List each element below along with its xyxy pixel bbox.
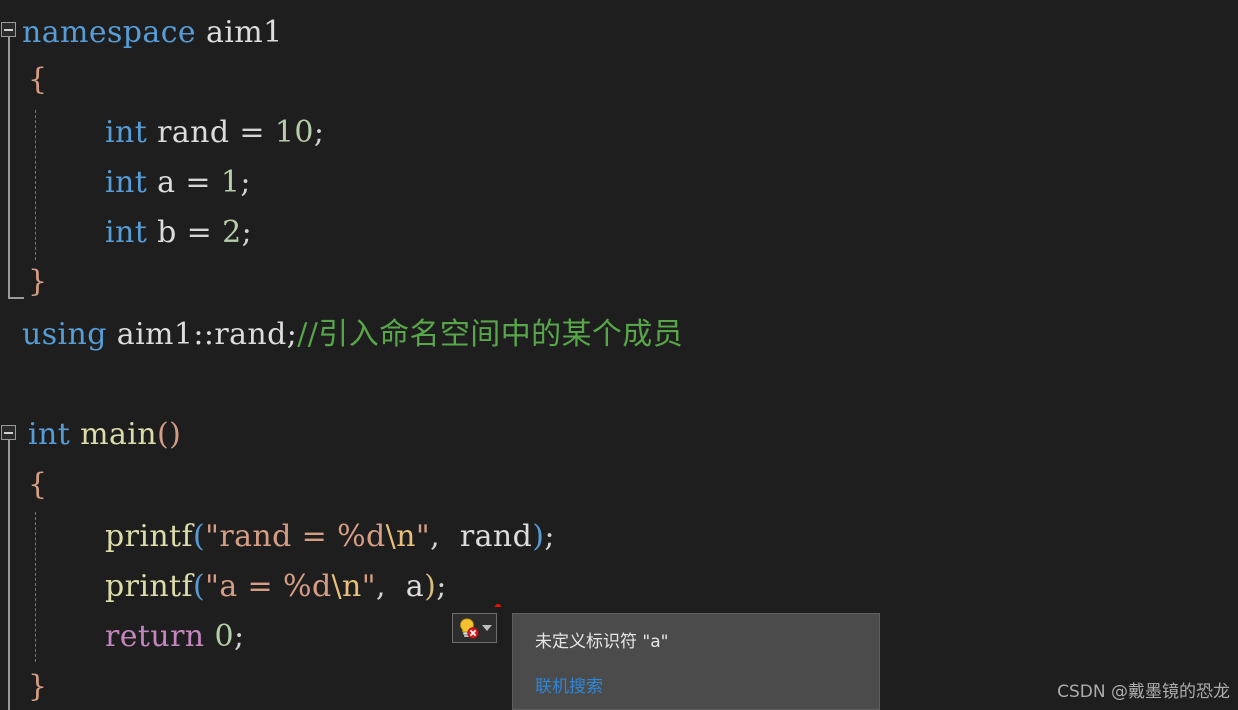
token-semicolon: ; <box>544 519 555 554</box>
token-string: "rand = %d <box>205 519 386 554</box>
token-semicolon: ; <box>241 215 253 250</box>
token-identifier: b <box>147 215 187 250</box>
chevron-down-icon <box>482 625 492 631</box>
error-message-text: 未定义标识符 "a" <box>535 632 669 652</box>
token-string-end: " <box>361 569 376 604</box>
token-brace: { <box>28 467 48 502</box>
token-semicolon: ; <box>313 115 325 150</box>
token-operator: = <box>185 165 221 200</box>
token-escape: \n <box>385 519 416 554</box>
token-identifier: aim1 <box>206 15 283 50</box>
code-line-int-b: int b = 2; <box>105 208 252 258</box>
token-paren-open: ( <box>193 519 206 554</box>
code-line-return: return 0; <box>105 612 245 662</box>
quick-actions-button[interactable] <box>452 613 497 643</box>
token-brace: { <box>28 62 48 97</box>
code-line-int-rand: int rand = 10; <box>105 108 324 158</box>
code-editor-screen: namespace aim1 { int rand = 10; int a = … <box>0 0 1238 710</box>
token-string-end: " <box>415 519 431 554</box>
code-line-main: int main() <box>28 410 181 460</box>
token-comment: //引入命名空间中的某个成员 <box>297 317 684 352</box>
token-operator: = <box>239 115 275 150</box>
token-keyword: namespace <box>22 15 206 50</box>
code-line-printf-rand: printf("rand = %d\n", rand); <box>105 512 555 562</box>
csdn-watermark: CSDN @戴墨镜的恐龙 <box>1057 682 1230 702</box>
token-identifier-error: a <box>395 569 425 604</box>
online-search-link[interactable]: 联机搜索 <box>535 672 603 697</box>
token-keyword: int <box>105 165 148 200</box>
token-paren-close: ) <box>424 569 437 604</box>
code-line-ns-open-brace: { <box>28 55 48 105</box>
code-line-main-close-brace: } <box>28 662 48 710</box>
token-keyword: using <box>22 317 107 352</box>
token-identifier: rand <box>449 519 533 554</box>
code-line-ns-close-brace: } <box>28 257 48 307</box>
token-function-name: printf <box>105 519 194 554</box>
error-tooltip: 未定义标识符 "a" 联机搜索 <box>512 613 880 710</box>
token-paren-open: ( <box>193 569 206 604</box>
token-identifier: aim1::rand; <box>106 317 298 352</box>
code-line-using: using aim1::rand;//引入命名空间中的某个成员 <box>22 310 683 360</box>
token-parens: () <box>156 417 182 452</box>
token-semicolon: ; <box>233 619 245 654</box>
token-keyword: int <box>105 215 148 250</box>
token-number: 0 <box>214 619 234 654</box>
code-line-int-a: int a = 1; <box>105 158 251 208</box>
token-number: 1 <box>220 165 241 200</box>
code-line-main-open-brace: { <box>28 460 48 510</box>
token-string: "a = %d <box>205 569 332 604</box>
token-keyword: int <box>105 115 148 150</box>
token-number: 10 <box>274 115 314 150</box>
token-identifier: rand <box>147 115 240 150</box>
lightbulb-error-icon <box>460 618 479 639</box>
token-semicolon: ; <box>436 569 447 604</box>
token-operator: = <box>186 215 223 250</box>
code-line-printf-a: printf("a = %d\n", a); <box>105 562 447 612</box>
token-identifier: a <box>147 165 186 200</box>
token-brace: } <box>28 669 48 704</box>
token-function-name: printf <box>105 569 194 604</box>
token-number: 2 <box>222 215 242 250</box>
token-semicolon: ; <box>240 165 251 200</box>
token-comma: , <box>375 569 396 604</box>
token-brace: } <box>28 264 48 299</box>
code-text-area[interactable]: namespace aim1 { int rand = 10; int a = … <box>0 0 1238 710</box>
token-function-name: main <box>80 417 157 452</box>
token-paren-close: ) <box>532 519 545 554</box>
token-control-keyword: return <box>105 619 205 654</box>
error-squiggle-icon <box>492 598 514 607</box>
token-keyword: int <box>28 417 71 452</box>
token-escape: \n <box>331 569 362 604</box>
token-comma: , <box>430 519 450 554</box>
code-line-namespace: namespace aim1 <box>22 8 283 58</box>
